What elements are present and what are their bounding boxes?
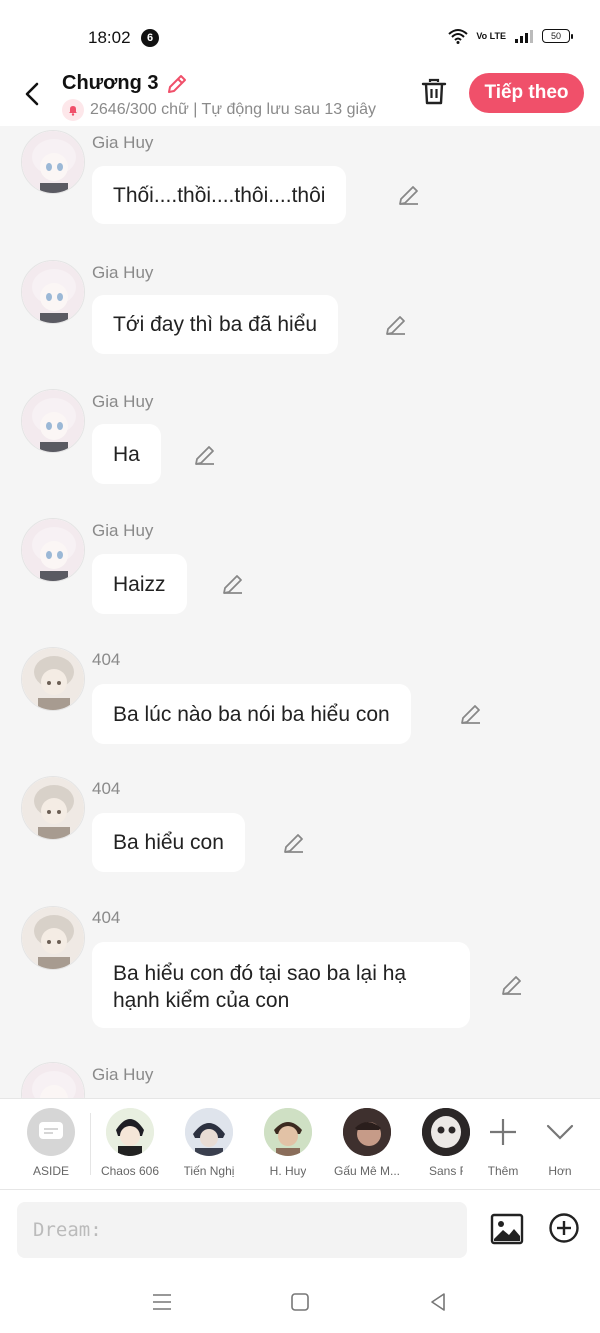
- divider: [90, 1113, 91, 1175]
- edit-pencil-icon[interactable]: [193, 443, 217, 467]
- volte-icon: Vo LTE: [476, 30, 506, 41]
- character-label: Tiến Nghị: [183, 1164, 235, 1178]
- message-text: Tới đay thì ba đã hiểu: [113, 313, 318, 336]
- message-item: 404 Ba hiểu con: [0, 776, 600, 896]
- chevron-left-icon: [25, 82, 39, 106]
- message-text: Ba hiểu con đó tại sao ba lại hạ hạnh ki…: [113, 962, 407, 1012]
- chat-area[interactable]: Gia Huy Thối....thồi....thôi....thôi Gia…: [0, 126, 600, 1098]
- avatar[interactable]: [21, 906, 85, 970]
- character-h-huy[interactable]: H. Huy: [251, 1108, 325, 1178]
- message-bubble[interactable]: Haizz: [92, 554, 187, 614]
- message-text: Ha: [113, 442, 140, 466]
- back-nav-icon[interactable]: [426, 1290, 450, 1314]
- avatar[interactable]: [21, 776, 85, 840]
- message-bubble[interactable]: Thối....thồi....thôi....thôi: [92, 166, 347, 224]
- message-item: 404 Ba lúc nào ba nói ba hiểu con: [0, 646, 600, 766]
- add-character-label: Thêm: [487, 1164, 519, 1178]
- aside-icon: [27, 1108, 75, 1156]
- back-button[interactable]: [18, 80, 46, 108]
- sender-name: 404: [92, 779, 121, 798]
- message-item: Gia Huy Thối....thồi....thôi....thôi: [0, 126, 600, 246]
- save-status-row: 2646/300 chữ | Tự động lưu sau 13 giây: [62, 99, 397, 121]
- avatar: [422, 1108, 470, 1156]
- home-icon[interactable]: [288, 1290, 312, 1314]
- character-selector: ASIDE Chaos 606 Tiến Nghị H. Huy Gấu Mê …: [0, 1098, 600, 1190]
- avatar: [185, 1108, 233, 1156]
- signal-icon: [515, 30, 533, 43]
- edit-pencil-icon[interactable]: [384, 313, 408, 337]
- notification-badge: 6: [141, 29, 159, 47]
- wifi-icon: [448, 29, 468, 44]
- next-button[interactable]: Tiếp theo: [469, 73, 584, 113]
- avatar[interactable]: [21, 647, 85, 711]
- image-icon[interactable]: [490, 1212, 524, 1246]
- trash-icon: [421, 78, 447, 105]
- menu-icon[interactable]: [150, 1290, 174, 1314]
- avatar[interactable]: [21, 260, 85, 324]
- character-aside[interactable]: ASIDE: [14, 1108, 88, 1178]
- chevron-down-icon: [546, 1124, 574, 1140]
- message-text: Ba lúc nào ba nói ba hiểu con: [113, 702, 390, 726]
- more-label: Hơn: [548, 1164, 572, 1178]
- avatar: [343, 1108, 391, 1156]
- delete-button[interactable]: [418, 76, 450, 108]
- message-item: Gia Huy: [0, 1062, 600, 1098]
- status-time: 18:02: [88, 28, 131, 47]
- message-text: Haizz: [113, 572, 166, 596]
- plus-icon: [490, 1119, 516, 1145]
- sender-name: Gia Huy: [92, 133, 154, 152]
- word-count-status: 2646/300 chữ | Tự động lưu sau 13 giây: [90, 101, 376, 118]
- message-item: Gia Huy Haizz: [0, 516, 600, 636]
- message-text: Thối....thồi....thôi....thôi: [113, 183, 326, 207]
- character-chaos-606[interactable]: Chaos 606: [93, 1108, 167, 1178]
- chapter-title: Chương 3: [62, 72, 159, 94]
- message-bubble[interactable]: Ba hiểu con: [92, 813, 245, 872]
- edit-pencil-icon[interactable]: [500, 973, 524, 997]
- avatar[interactable]: [21, 518, 85, 582]
- editor-header: Chương 3 2646/300 chữ | Tự động lưu sau …: [0, 72, 600, 126]
- message-input[interactable]: [17, 1202, 467, 1258]
- edit-title-icon[interactable]: [165, 72, 189, 96]
- edit-pencil-icon[interactable]: [459, 702, 483, 726]
- message-item: 404 Ba hiểu con đó tại sao ba lại hạ hạn…: [0, 906, 600, 1056]
- character-tien-nghi[interactable]: Tiến Nghị: [172, 1108, 246, 1178]
- more-button[interactable]: Hơn: [523, 1108, 597, 1178]
- sender-name: Gia Huy: [92, 521, 154, 540]
- sender-name: 404: [92, 908, 121, 927]
- sender-name: 404: [92, 650, 121, 669]
- status-bar: 18:02 6 Vo LTE 50: [0, 0, 600, 72]
- avatar: [264, 1108, 312, 1156]
- character-label: Sans F: [429, 1164, 463, 1178]
- message-item: Gia Huy Ha: [0, 386, 600, 506]
- sender-name: Gia Huy: [92, 263, 154, 282]
- bell-icon: [62, 99, 84, 121]
- input-bar: [0, 1190, 600, 1270]
- avatar[interactable]: [21, 130, 85, 194]
- system-nav-bar: [0, 1270, 600, 1333]
- message-text: Ba hiểu con: [113, 831, 224, 854]
- sender-name: Gia Huy: [92, 1065, 154, 1084]
- avatar[interactable]: [21, 1062, 85, 1098]
- character-label: ASIDE: [32, 1164, 69, 1178]
- edit-pencil-icon[interactable]: [397, 183, 421, 207]
- message-bubble[interactable]: Ha: [92, 424, 161, 484]
- avatar: [106, 1108, 154, 1156]
- edit-pencil-icon[interactable]: [221, 572, 245, 596]
- avatar[interactable]: [21, 389, 85, 453]
- character-gau-me[interactable]: Gấu Mê M...: [330, 1108, 404, 1178]
- message-bubble[interactable]: Ba lúc nào ba nói ba hiểu con: [92, 684, 411, 744]
- message-bubble[interactable]: Tới đay thì ba đã hiểu: [92, 295, 339, 354]
- message-item: Gia Huy Tới đay thì ba đã hiểu: [0, 256, 600, 376]
- edit-pencil-icon[interactable]: [282, 831, 306, 855]
- character-label: Chaos 606: [100, 1164, 160, 1178]
- character-label: H. Huy: [269, 1164, 307, 1178]
- character-label: Gấu Mê M...: [333, 1164, 401, 1178]
- message-bubble[interactable]: Ba hiểu con đó tại sao ba lại hạ hạnh ki…: [92, 942, 470, 1028]
- sender-name: Gia Huy: [92, 392, 154, 411]
- status-icons: Vo LTE 50: [448, 28, 573, 44]
- battery-icon: 50: [542, 29, 573, 43]
- add-circle-icon[interactable]: [548, 1212, 580, 1244]
